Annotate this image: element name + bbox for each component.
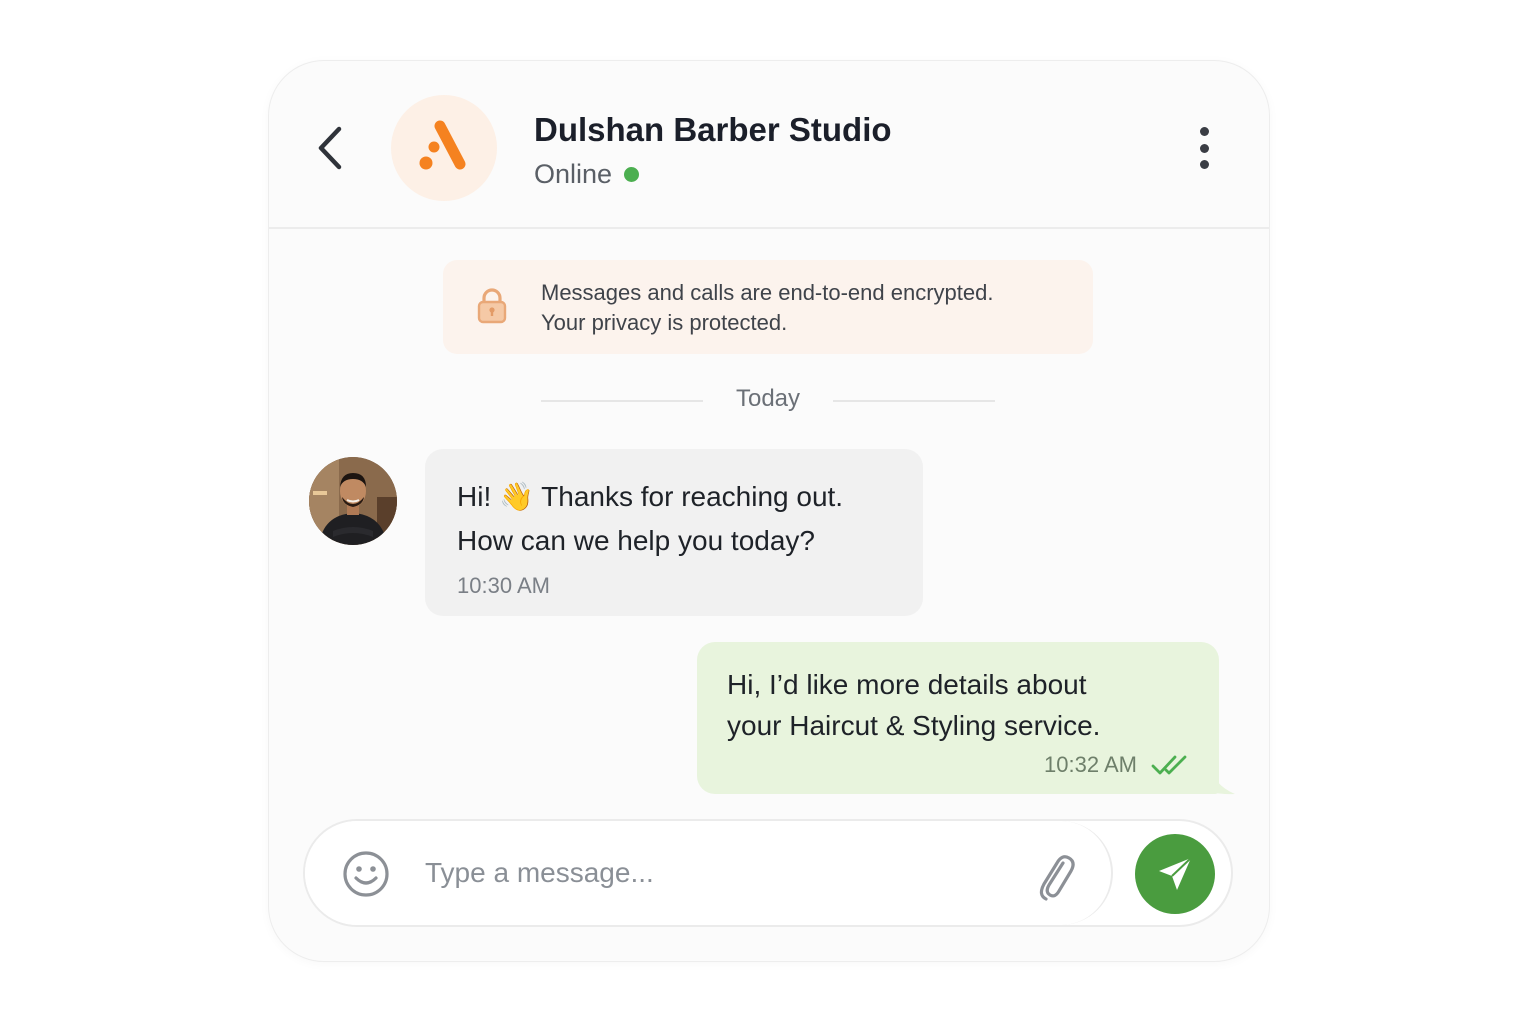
encryption-notice: Messages and calls are end-to-end encryp… (443, 260, 1093, 354)
contact-status: Online (534, 159, 640, 190)
more-vertical-icon-dot (1199, 160, 1209, 169)
agent-photo (309, 457, 397, 545)
day-label: Today (735, 385, 801, 412)
message-timestamp: 10:30 AM (457, 573, 550, 598)
message-field (305, 821, 1113, 925)
outgoing-message[interactable]: Hi, I’d like more details about your Hai… (697, 642, 1219, 794)
status-text: Online (534, 159, 613, 189)
back-button[interactable] (307, 123, 353, 173)
business-avatar[interactable] (391, 95, 497, 201)
message-line-2: How can we help you today? (457, 525, 815, 556)
day-separator: Today (541, 383, 995, 417)
contact-name: Dulshan Barber Studio (534, 111, 892, 148)
message-meta: 10:32 AM (1044, 752, 1191, 778)
message-text: Hi! 👋 Thanks for reaching out. How can w… (457, 475, 843, 563)
encryption-line-1: Messages and calls are end-to-end encryp… (541, 280, 994, 305)
more-vertical-icon (1199, 127, 1209, 136)
message-text: Hi, I’d like more details about your Hai… (727, 664, 1100, 746)
send-icon (1159, 857, 1192, 890)
chevron-left-icon (318, 126, 342, 170)
incoming-message[interactable]: Hi! 👋 Thanks for reaching out. How can w… (425, 449, 923, 616)
agent-avatar[interactable] (309, 457, 397, 545)
double-check-icon (1151, 755, 1187, 775)
online-indicator (624, 167, 640, 182)
smiley-icon[interactable] (341, 849, 391, 899)
more-options-button[interactable] (1187, 121, 1221, 175)
message-line-2: your Haircut & Styling service. (727, 710, 1101, 741)
message-timestamp: 10:32 AM (1044, 752, 1137, 777)
composer-bar (303, 819, 1233, 927)
more-vertical-icon-dot (1199, 143, 1209, 153)
chat-header: Dulshan Barber Studio Online (269, 61, 1269, 229)
encryption-text: Messages and calls are end-to-end encryp… (541, 278, 993, 338)
send-button[interactable] (1135, 834, 1215, 914)
paperclip-icon[interactable] (1033, 849, 1077, 901)
lock-icon (477, 288, 507, 324)
chat-window: Dulshan Barber Studio Online Messages an… (268, 60, 1270, 962)
message-line-1: Hi! 👋 Thanks for reaching out. (457, 481, 844, 512)
brand-logo-icon (419, 120, 466, 170)
message-input[interactable] (423, 847, 1027, 899)
encryption-line-2: Your privacy is protected. (541, 310, 788, 335)
message-line-1: Hi, I’d like more details about (727, 669, 1087, 700)
